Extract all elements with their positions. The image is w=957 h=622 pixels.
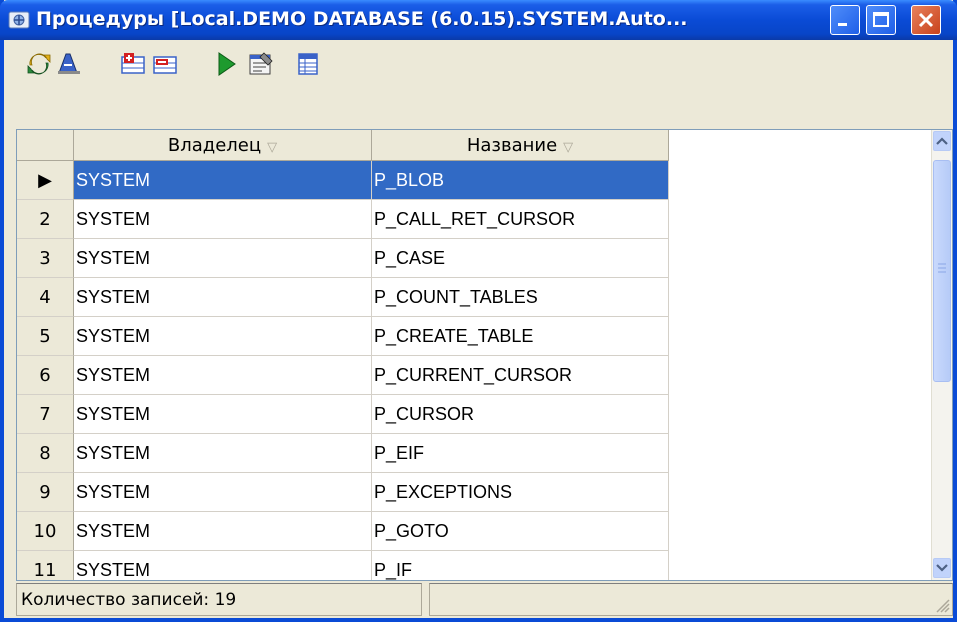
column-header-owner[interactable]: Владелец ▽ — [74, 130, 372, 161]
sort-indicator-icon: ▽ — [563, 140, 574, 155]
find-button[interactable] — [52, 45, 84, 83]
row-number: 2 — [17, 200, 74, 239]
table-row[interactable]: 3 SYSTEM P_CASE — [17, 239, 669, 278]
delete-button[interactable] — [148, 45, 180, 83]
column-header-name[interactable]: Название ▽ — [372, 130, 669, 161]
owner-cell[interactable]: SYSTEM — [74, 239, 372, 278]
owner-cell[interactable]: SYSTEM — [74, 473, 372, 512]
row-number: 8 — [17, 434, 74, 473]
row-number: 10 — [17, 512, 74, 551]
table-row[interactable]: 10 SYSTEM P_GOTO — [17, 512, 669, 551]
column-header-name-label: Название — [466, 135, 558, 156]
name-cell[interactable]: P_CREATE_TABLE — [372, 317, 669, 356]
close-button[interactable] — [911, 5, 941, 35]
run-button[interactable] — [209, 45, 241, 83]
table-row[interactable]: 2 SYSTEM P_CALL_RET_CURSOR — [17, 200, 669, 239]
row-number: 3 — [17, 239, 74, 278]
owner-cell[interactable]: SYSTEM — [74, 551, 372, 580]
name-cell[interactable]: P_EXCEPTIONS — [372, 473, 669, 512]
header-corner — [17, 130, 74, 161]
maximize-button[interactable] — [866, 5, 896, 35]
chevron-up-icon — [936, 137, 948, 145]
row-number: 7 — [17, 395, 74, 434]
status-pane-empty — [429, 583, 953, 616]
name-cell[interactable]: P_IF — [372, 551, 669, 580]
table-row[interactable]: ▶ SYSTEM P_BLOB — [17, 161, 669, 200]
table-row[interactable]: 9 SYSTEM P_EXCEPTIONS — [17, 473, 669, 512]
delete-icon — [153, 56, 177, 74]
owner-cell[interactable]: SYSTEM — [74, 278, 372, 317]
refresh-icon — [27, 53, 51, 75]
close-icon — [918, 12, 934, 28]
name-cell[interactable]: P_CURSOR — [372, 395, 669, 434]
run-icon — [218, 52, 236, 76]
scroll-down-button[interactable] — [933, 558, 951, 578]
procedures-grid[interactable]: Владелец ▽ Название ▽ ▶ SYSTEM P_BLOB 2 SY… — [16, 129, 953, 581]
row-number: 4 — [17, 278, 74, 317]
scroll-up-button[interactable] — [933, 131, 951, 151]
name-cell[interactable]: P_GOTO — [372, 512, 669, 551]
record-count: Количество записей: 19 — [16, 583, 422, 616]
resize-grip-icon[interactable] — [934, 597, 950, 613]
table-row[interactable]: 11 SYSTEM P_IF — [17, 551, 669, 580]
name-cell[interactable]: P_EIF — [372, 434, 669, 473]
row-number: 11 — [17, 551, 74, 580]
properties-icon — [249, 52, 273, 75]
properties-button[interactable] — [244, 45, 276, 83]
row-number: 6 — [17, 356, 74, 395]
table-row[interactable]: 4 SYSTEM P_COUNT_TABLES — [17, 278, 669, 317]
name-cell[interactable]: P_CURRENT_CURSOR — [372, 356, 669, 395]
current-row-indicator-icon: ▶ — [17, 161, 74, 200]
name-cell[interactable]: P_COUNT_TABLES — [372, 278, 669, 317]
owner-cell[interactable]: SYSTEM — [74, 356, 372, 395]
owner-cell[interactable]: SYSTEM — [74, 317, 372, 356]
scroll-thumb[interactable] — [933, 160, 951, 382]
toolbar — [4, 40, 953, 126]
procedures-app-icon — [8, 11, 30, 29]
row-number: 9 — [17, 473, 74, 512]
owner-cell[interactable]: SYSTEM — [74, 434, 372, 473]
name-cell[interactable]: P_BLOB — [372, 161, 669, 200]
title-bar[interactable]: Процедуры [Local.DEMO DATABASE (6.0.15).… — [0, 0, 957, 40]
find-icon — [58, 53, 80, 74]
grid-view-icon — [298, 53, 318, 75]
sort-indicator-icon: ▽ — [267, 140, 278, 155]
table-row[interactable]: 6 SYSTEM P_CURRENT_CURSOR — [17, 356, 669, 395]
table-row[interactable]: 8 SYSTEM P_EIF — [17, 434, 669, 473]
maximize-icon — [873, 12, 889, 27]
status-bar: Количество записей: 19 — [16, 583, 953, 618]
minimize-icon — [838, 23, 847, 26]
name-cell[interactable]: P_CALL_RET_CURSOR — [372, 200, 669, 239]
grip-icon — [938, 263, 946, 273]
add-button[interactable] — [116, 45, 148, 83]
table-row[interactable]: 7 SYSTEM P_CURSOR — [17, 395, 669, 434]
owner-cell[interactable]: SYSTEM — [74, 200, 372, 239]
column-header-owner-label: Владелец — [167, 135, 262, 156]
refresh-button[interactable] — [22, 45, 54, 83]
vertical-scrollbar[interactable] — [931, 130, 952, 580]
window-title: Процедуры [Local.DEMO DATABASE (6.0.15).… — [36, 8, 688, 30]
name-cell[interactable]: P_CASE — [372, 239, 669, 278]
owner-cell[interactable]: SYSTEM — [74, 161, 372, 200]
table-row[interactable]: 5 SYSTEM P_CREATE_TABLE — [17, 317, 669, 356]
minimize-button[interactable] — [830, 5, 860, 35]
add-icon — [121, 53, 145, 74]
chevron-down-icon — [936, 564, 948, 572]
owner-cell[interactable]: SYSTEM — [74, 512, 372, 551]
grid-view-button[interactable] — [292, 45, 324, 83]
procedures-window: Процедуры [Local.DEMO DATABASE (6.0.15).… — [0, 0, 957, 622]
owner-cell[interactable]: SYSTEM — [74, 395, 372, 434]
row-number: 5 — [17, 317, 74, 356]
